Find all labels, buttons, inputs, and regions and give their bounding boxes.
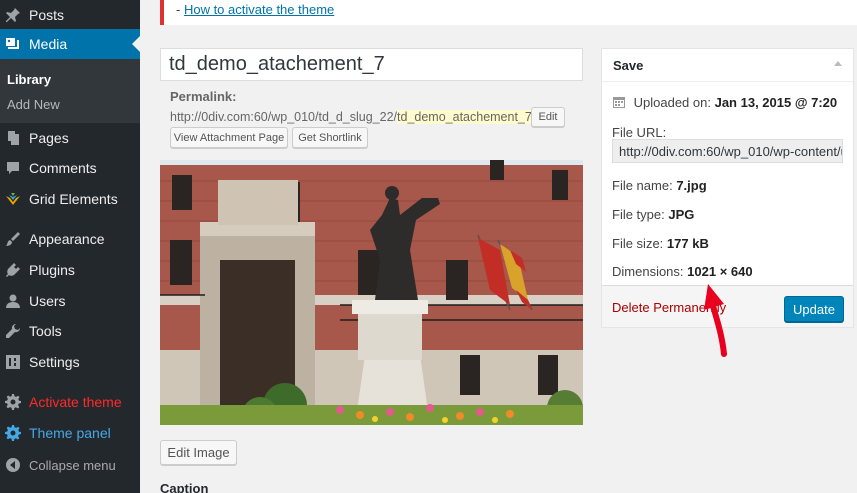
file-size-label: File size: bbox=[612, 236, 664, 251]
get-shortlink-button[interactable]: Get Shortlink bbox=[292, 127, 368, 148]
uploaded-label: Uploaded on: bbox=[633, 95, 711, 110]
dimensions-label: Dimensions: bbox=[612, 264, 684, 279]
sidebar-item-label: Pages bbox=[29, 130, 69, 146]
sidebar-item-pages[interactable]: Pages bbox=[0, 123, 140, 153]
media-submenu: Library Add New bbox=[0, 59, 140, 123]
annotation-arrow-icon bbox=[704, 284, 727, 357]
file-name-row: File name: 7.jpg bbox=[612, 178, 707, 193]
sidebar-item-users[interactable]: Users bbox=[0, 286, 140, 316]
sidebar-item-label: Grid Elements bbox=[29, 191, 118, 207]
sidebar-item-label: Comments bbox=[29, 160, 97, 176]
submenu-item-library[interactable]: Library bbox=[7, 72, 51, 87]
gear-icon bbox=[5, 425, 21, 441]
users-icon bbox=[5, 293, 21, 309]
file-type-label: File type: bbox=[612, 207, 665, 222]
admin-notice: - How to activate the theme bbox=[160, 0, 857, 25]
collapse-menu-button[interactable]: Collapse menu bbox=[0, 450, 140, 480]
collapse-icon bbox=[5, 457, 21, 473]
sidebar-item-activate-theme[interactable]: Activate theme bbox=[0, 387, 140, 417]
uploaded-value: Jan 13, 2015 @ 7:20 bbox=[714, 95, 838, 110]
submenu-item-add-new[interactable]: Add New bbox=[7, 97, 60, 112]
view-attachment-page-button[interactable]: View Attachment Page bbox=[170, 127, 288, 148]
sidebar-item-label: Plugins bbox=[29, 262, 75, 278]
sidebar-item-label: Theme panel bbox=[29, 425, 111, 441]
permalink-label: Permalink: bbox=[170, 89, 237, 104]
sidebar-item-tools[interactable]: Tools bbox=[0, 316, 140, 346]
calendar-icon bbox=[612, 95, 626, 112]
sidebar-item-label: Users bbox=[29, 293, 66, 309]
tools-icon bbox=[5, 323, 21, 339]
pages-icon bbox=[5, 130, 21, 146]
edit-permalink-button[interactable]: Edit bbox=[531, 107, 565, 127]
sidebar-item-label: Media bbox=[29, 36, 68, 52]
attachment-title-input[interactable]: td_demo_atachement_7 bbox=[160, 48, 583, 81]
plugins-icon bbox=[5, 262, 21, 278]
settings-icon bbox=[5, 354, 21, 370]
appearance-icon bbox=[5, 231, 21, 247]
file-url-field[interactable]: http://0div.com:60/wp_010/wp-content/upl… bbox=[612, 139, 843, 163]
permalink-base: http://0div.com:60/wp_010/td_d_slug_22/ bbox=[170, 110, 398, 124]
collapse-arrow-icon[interactable] bbox=[834, 61, 842, 66]
file-url-label: File URL: bbox=[612, 125, 667, 140]
sidebar-item-posts[interactable]: Posts bbox=[0, 0, 140, 30]
sidebar-item-media[interactable]: Media bbox=[0, 29, 140, 59]
uploaded-on-row: Uploaded on: Jan 13, 2015 @ 7:20 bbox=[612, 95, 837, 112]
activate-theme-link[interactable]: How to activate the theme bbox=[184, 2, 334, 17]
file-size-value: 177 kB bbox=[666, 236, 709, 251]
sidebar-item-label: Collapse menu bbox=[29, 457, 116, 473]
sidebar-item-label: Settings bbox=[29, 354, 80, 370]
sidebar-item-theme-panel[interactable]: Theme panel bbox=[0, 418, 140, 448]
dimensions-row: Dimensions: 1021 × 640 bbox=[612, 264, 753, 279]
save-box-header: Save bbox=[602, 49, 853, 82]
grid-elements-icon bbox=[5, 191, 21, 207]
comments-icon bbox=[5, 160, 21, 176]
sidebar-item-comments[interactable]: Comments bbox=[0, 153, 140, 183]
sidebar-item-settings[interactable]: Settings bbox=[0, 347, 140, 377]
notice-prefix: - bbox=[176, 2, 184, 17]
file-name-label: File name: bbox=[612, 178, 673, 193]
sidebar-item-appearance[interactable]: Appearance bbox=[0, 224, 140, 254]
permalink-slug: td_demo_atachement_7 bbox=[397, 110, 532, 124]
edit-image-button[interactable]: Edit Image bbox=[160, 440, 237, 465]
save-box-title: Save bbox=[613, 58, 644, 73]
update-button[interactable]: Update bbox=[784, 296, 844, 322]
attachment-image bbox=[160, 160, 583, 425]
sidebar-item-label: Activate theme bbox=[29, 394, 122, 410]
sidebar-item-grid-elements[interactable]: Grid Elements bbox=[0, 184, 140, 214]
active-menu-arrow bbox=[132, 36, 140, 52]
permalink-url[interactable]: http://0div.com:60/wp_010/td_d_slug_22/t… bbox=[170, 110, 535, 124]
admin-sidebar: Posts Media Library Add New Pages Commen… bbox=[0, 0, 140, 493]
sidebar-item-label: Posts bbox=[29, 7, 65, 23]
file-name-value: 7.jpg bbox=[676, 178, 707, 193]
dimensions-value: 1021 × 640 bbox=[687, 264, 753, 279]
file-type-value: JPG bbox=[668, 207, 695, 222]
gear-icon bbox=[5, 394, 21, 410]
pushpin-icon bbox=[5, 7, 21, 23]
sidebar-item-label: Tools bbox=[29, 323, 62, 339]
file-size-row: File size: 177 kB bbox=[612, 236, 709, 251]
sidebar-item-plugins[interactable]: Plugins bbox=[0, 255, 140, 285]
file-type-row: File type: JPG bbox=[612, 207, 694, 222]
sidebar-item-label: Appearance bbox=[29, 231, 105, 247]
caption-label: Caption bbox=[160, 481, 209, 493]
media-icon bbox=[5, 36, 21, 52]
